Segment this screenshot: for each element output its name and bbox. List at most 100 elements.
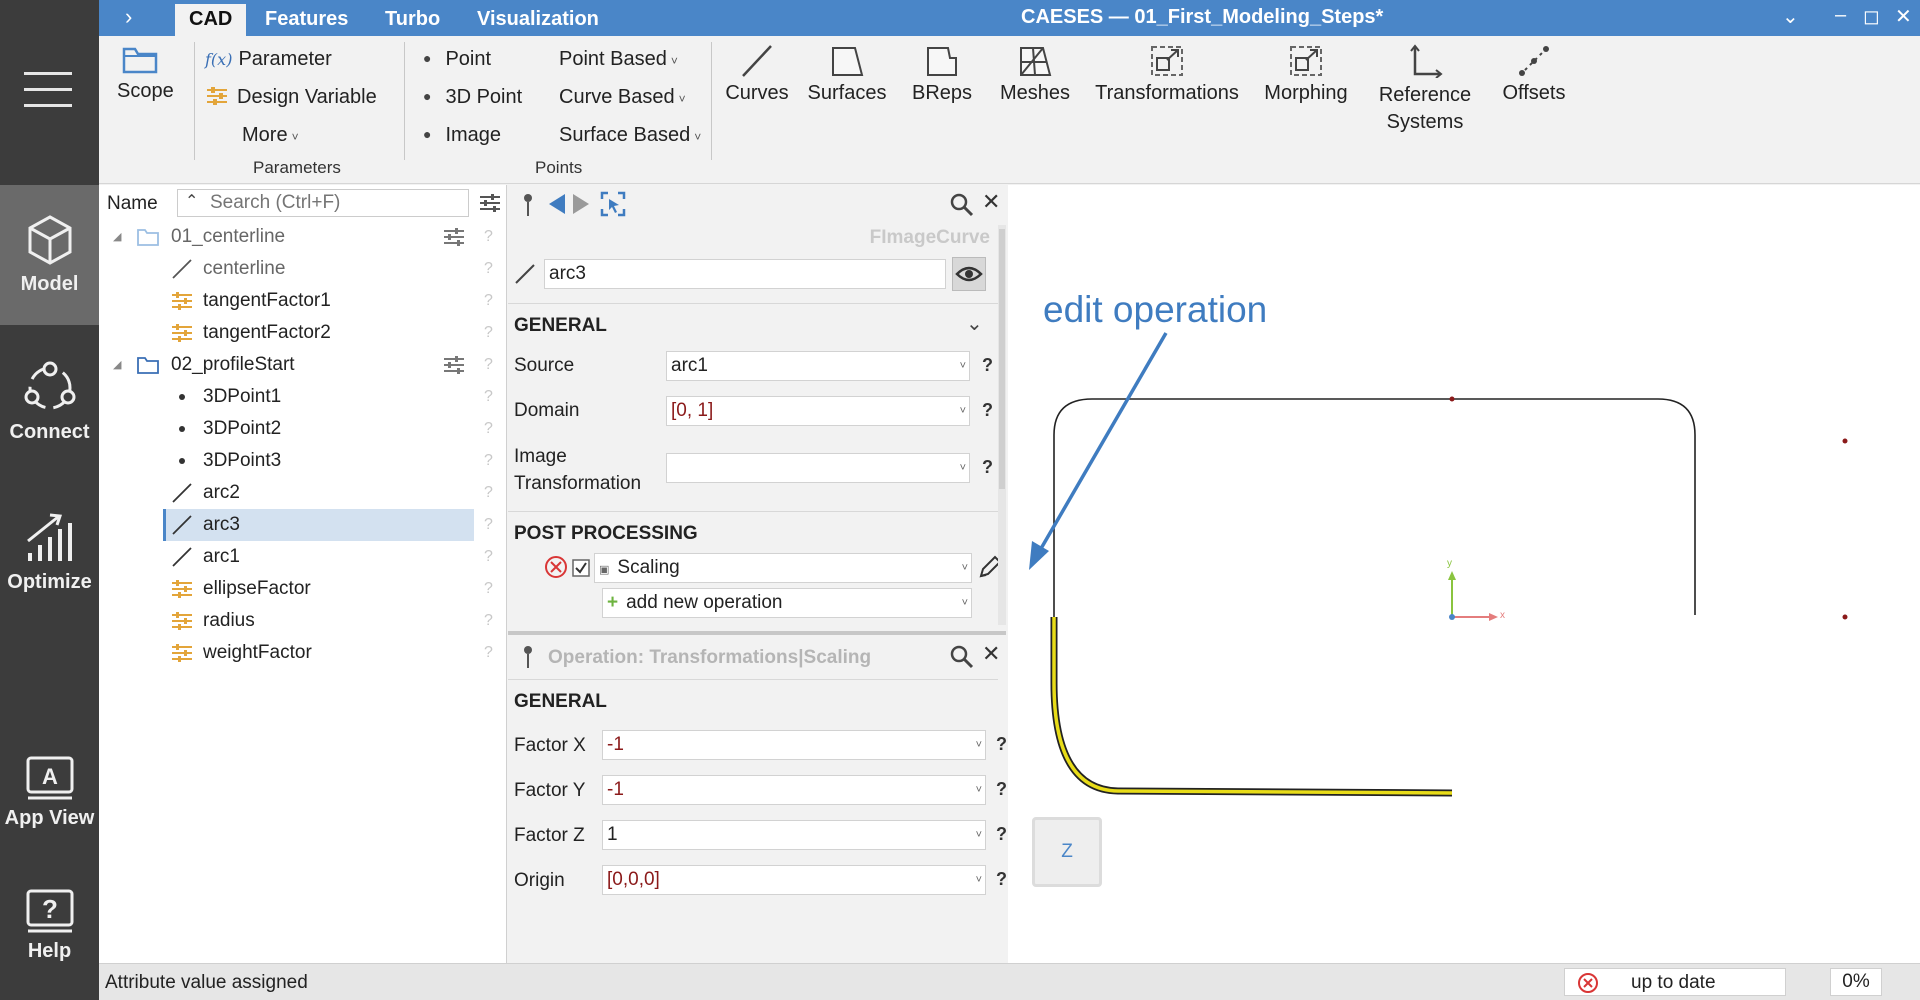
factor-x-help-icon[interactable]: ?: [996, 734, 1007, 755]
origin-field[interactable]: [0,0,0] ˅: [602, 865, 986, 895]
tree-item[interactable]: 3DPoint1?: [99, 381, 507, 413]
pin-icon[interactable]: [522, 193, 534, 217]
filter-settings-icon[interactable]: [479, 193, 501, 213]
maximize-icon[interactable]: ◻: [1863, 4, 1880, 29]
factor-x-field[interactable]: -1 ˅: [602, 730, 986, 760]
tree-item[interactable]: 3DPoint2?: [99, 413, 507, 445]
tree-item[interactable]: tangentFactor1?: [99, 285, 507, 317]
source-field[interactable]: arc1 ˅: [666, 351, 970, 381]
help-icon[interactable]: ?: [484, 477, 493, 509]
activity-optimize[interactable]: Optimize: [0, 485, 99, 625]
tab-cad[interactable]: CAD: [175, 4, 247, 36]
dropdown-icon[interactable]: ˅: [960, 352, 966, 380]
parameter-button[interactable]: f(x) Parameter: [205, 48, 332, 71]
point-based-button[interactable]: Point Based ˅: [559, 48, 678, 71]
dropdown-icon[interactable]: ˅: [976, 731, 982, 759]
properties-scrollbar[interactable]: [998, 225, 1006, 625]
domain-field[interactable]: [0, 1] ˅: [666, 396, 970, 426]
activity-connect[interactable]: Connect: [0, 335, 99, 475]
scope-button[interactable]: Scope: [117, 44, 174, 103]
factor-y-help-icon[interactable]: ?: [996, 779, 1007, 800]
help-icon[interactable]: ?: [484, 605, 493, 637]
factor-z-help-icon[interactable]: ?: [996, 824, 1007, 845]
help-icon[interactable]: ?: [484, 509, 493, 541]
remove-operation-icon[interactable]: [544, 555, 568, 579]
image-transformation-help-icon[interactable]: ?: [982, 457, 993, 478]
dropdown-icon[interactable]: ˅: [962, 554, 968, 582]
help-icon[interactable]: ?: [484, 413, 493, 445]
domain-help-icon[interactable]: ?: [982, 400, 993, 421]
surfaces-button[interactable]: Surfaces: [805, 44, 889, 105]
help-icon[interactable]: ?: [484, 381, 493, 413]
factor-z-field[interactable]: 1 ˅: [602, 820, 986, 850]
meshes-button[interactable]: Meshes: [995, 44, 1075, 105]
tab-features[interactable]: Features: [251, 4, 362, 36]
tree-item[interactable]: 3DPoint3?: [99, 445, 507, 477]
tab-visualization[interactable]: Visualization: [463, 4, 613, 36]
tree-item[interactable]: radius?: [99, 605, 507, 637]
tab-turbo[interactable]: Turbo: [371, 4, 454, 36]
collapse-arrow-icon[interactable]: ◢: [113, 221, 121, 253]
enabled-checkbox-icon[interactable]: [572, 559, 590, 577]
pin-icon[interactable]: [522, 645, 534, 669]
origin-help-icon[interactable]: ?: [996, 869, 1007, 890]
help-icon[interactable]: ?: [484, 637, 493, 669]
add-operation-field[interactable]: + add new operation ˅: [602, 588, 972, 618]
help-icon[interactable]: ?: [484, 285, 493, 317]
breps-button[interactable]: BReps: [909, 44, 975, 105]
name-field[interactable]: arc3: [544, 259, 946, 289]
tree-item[interactable]: arc2?: [99, 477, 507, 509]
close-panel-icon[interactable]: ✕: [982, 641, 1000, 667]
name-column-header[interactable]: Name: [107, 193, 158, 215]
general-section-header[interactable]: GENERAL: [514, 315, 607, 337]
dropdown-icon[interactable]: ˅: [962, 589, 968, 617]
help-icon[interactable]: ?: [484, 445, 493, 477]
factor-y-field[interactable]: -1 ˅: [602, 775, 986, 805]
menu-icon[interactable]: [24, 72, 72, 112]
help-icon[interactable]: ?: [484, 221, 493, 253]
surface-based-button[interactable]: Surface Based ˅: [559, 124, 701, 147]
update-status-box[interactable]: up to date: [1564, 968, 1786, 996]
point-button[interactable]: ● Point: [423, 48, 491, 71]
search-input[interactable]: [177, 189, 469, 217]
forward-arrow-icon[interactable]: [572, 193, 590, 215]
collapse-arrow-icon[interactable]: ◢: [113, 349, 121, 381]
activity-model[interactable]: Model: [0, 185, 99, 325]
morphing-button[interactable]: Morphing: [1259, 44, 1353, 105]
3d-point-button[interactable]: ● 3D Point: [423, 86, 522, 109]
search-icon[interactable]: [950, 645, 974, 669]
view-cube[interactable]: Z: [1032, 817, 1102, 887]
folder-settings-icon[interactable]: [443, 356, 465, 374]
dropdown-icon[interactable]: ˅: [976, 776, 982, 804]
ribbon-collapse-icon[interactable]: ⌄: [1782, 4, 1799, 29]
tree-item[interactable]: ◢ 01_centerline?: [99, 221, 507, 253]
operation-general-header[interactable]: GENERAL: [514, 691, 607, 713]
post-processing-section-header[interactable]: POST PROCESSING: [514, 523, 698, 545]
tree-item[interactable]: centerline?: [99, 253, 507, 285]
collapse-chevron-icon[interactable]: ⌄: [966, 311, 983, 336]
sort-up-icon[interactable]: ⌃: [185, 191, 198, 211]
design-variable-button[interactable]: Design Variable: [205, 86, 377, 109]
image-button[interactable]: ● Image: [423, 124, 501, 147]
reference-systems-button[interactable]: Reference Systems: [1373, 44, 1477, 136]
curves-button[interactable]: Curves: [723, 44, 791, 105]
transformations-button[interactable]: Transformations: [1091, 44, 1243, 105]
close-panel-icon[interactable]: ✕: [982, 189, 1000, 215]
tree-item[interactable]: weightFactor?: [99, 637, 507, 669]
image-transformation-field[interactable]: ˅: [666, 453, 970, 483]
tree-item[interactable]: arc3?: [99, 509, 507, 541]
dropdown-icon[interactable]: ˅: [976, 821, 982, 849]
back-arrow-icon[interactable]: [548, 193, 566, 215]
tree-item[interactable]: tangentFactor2?: [99, 317, 507, 349]
3d-viewport[interactable]: edit operation y x Z: [1008, 185, 1920, 963]
dropdown-icon[interactable]: ˅: [976, 866, 982, 894]
offsets-button[interactable]: Offsets: [1495, 44, 1573, 105]
dropdown-icon[interactable]: ˅: [960, 454, 966, 482]
help-icon[interactable]: ?: [484, 573, 493, 605]
folder-settings-icon[interactable]: [443, 228, 465, 246]
search-icon[interactable]: [950, 193, 974, 217]
dropdown-icon[interactable]: ˅: [960, 397, 966, 425]
select-in-view-icon[interactable]: [600, 191, 626, 217]
more-button[interactable]: More ˅: [242, 124, 299, 147]
help-icon[interactable]: ?: [484, 253, 493, 285]
